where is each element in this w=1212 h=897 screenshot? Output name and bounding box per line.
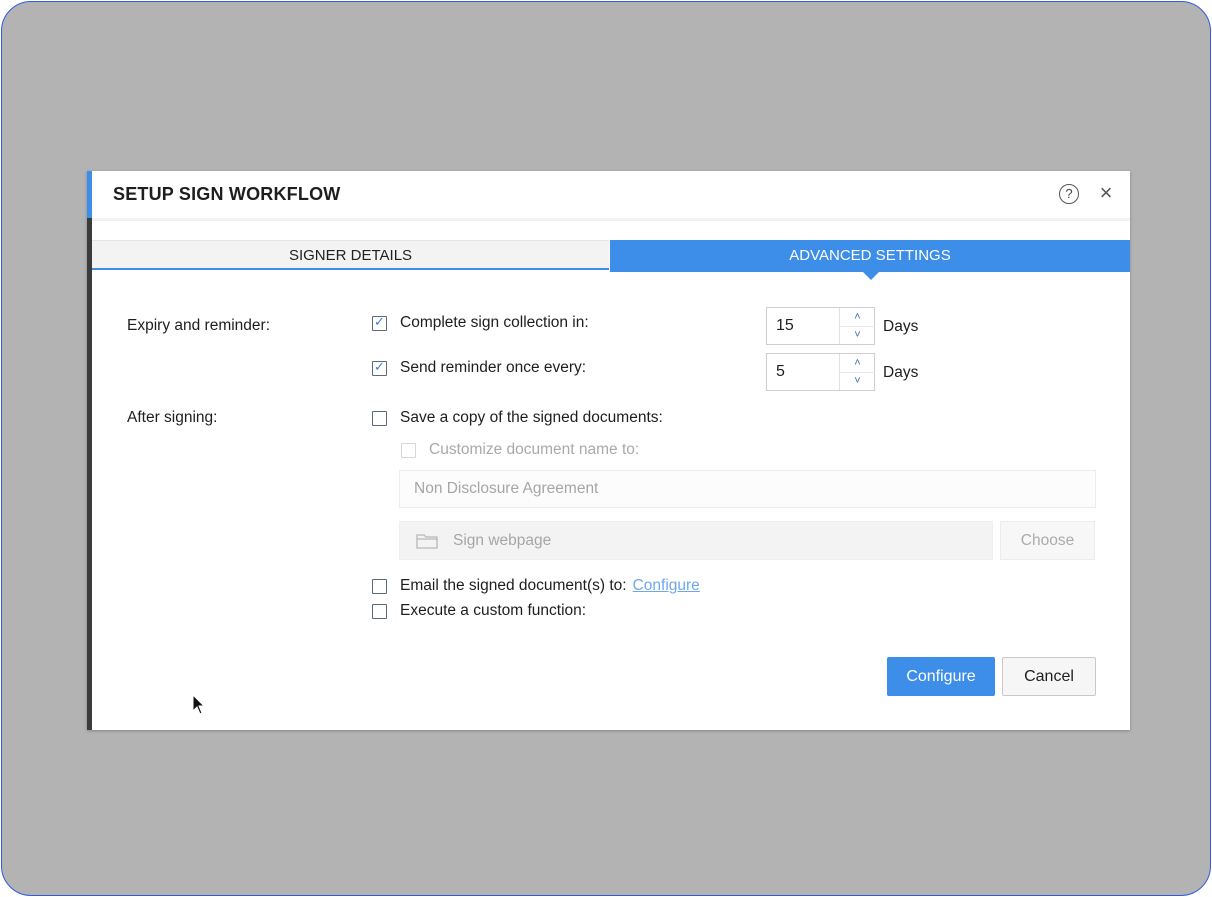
close-icon[interactable]: × (1095, 181, 1117, 205)
dialog-accent-bar (87, 171, 92, 218)
complete-days-unit: Days (883, 318, 919, 335)
save-copy-row: Save a copy of the signed documents: (372, 409, 663, 427)
custom-function-row: Execute a custom function: (372, 602, 586, 620)
tab-bar: SIGNER DETAILS ADVANCED SETTINGS (92, 240, 1130, 272)
email-checkbox[interactable] (372, 578, 387, 594)
active-tab-indicator (863, 272, 879, 280)
after-signing-label: After signing: (127, 409, 218, 426)
dialog-title: SETUP SIGN WORKFLOW (113, 184, 341, 204)
question-circle-icon[interactable]: ? (1059, 184, 1079, 204)
configure-email-link[interactable]: Configure (633, 577, 700, 595)
folder-name: Sign webpage (453, 532, 552, 549)
reminder-days-unit: Days (883, 364, 919, 381)
chevron-down-icon[interactable]: ˅ (840, 326, 875, 344)
tab-signer-details[interactable]: SIGNER DETAILS (92, 240, 609, 270)
save-copy-label: Save a copy of the signed documents: (400, 409, 663, 426)
stepper-buttons: ˄ ˅ (839, 354, 875, 390)
email-row: Email the signed document(s) to: Configu… (372, 577, 700, 595)
email-label: Email the signed document(s) to: (400, 577, 627, 594)
save-copy-checkbox[interactable] (372, 410, 387, 426)
complete-sign-checkbox[interactable] (372, 314, 387, 331)
cancel-button[interactable]: Cancel (1002, 657, 1096, 696)
reminder-label: Send reminder once every: (400, 359, 587, 376)
custom-function-checkbox[interactable] (372, 603, 387, 619)
mouse-cursor-icon (192, 694, 206, 715)
customize-name-label: Customize document name to: (429, 441, 640, 458)
configure-button[interactable]: Configure (887, 657, 995, 696)
choose-button[interactable]: Choose (1000, 521, 1095, 560)
chevron-down-icon[interactable]: ˅ (840, 372, 875, 390)
chevron-up-icon[interactable]: ˄ (840, 308, 875, 327)
customize-name-checkbox[interactable] (401, 442, 416, 458)
setup-sign-workflow-dialog: SETUP SIGN WORKFLOW ? × SIGNER DETAILS A… (87, 171, 1130, 730)
header-divider (92, 218, 1130, 221)
screen-frame: SETUP SIGN WORKFLOW ? × SIGNER DETAILS A… (1, 1, 1211, 896)
reminder-row: Send reminder once every: (372, 359, 586, 377)
complete-days-stepper[interactable]: ˄ ˅ (766, 307, 875, 345)
custom-function-label: Execute a custom function: (400, 602, 587, 619)
reminder-days-stepper[interactable]: ˄ ˅ (766, 353, 875, 391)
folder-field[interactable]: Sign webpage (399, 521, 993, 560)
chevron-up-icon[interactable]: ˄ (840, 354, 875, 373)
tab-advanced-settings[interactable]: ADVANCED SETTINGS (610, 240, 1130, 272)
folder-icon (416, 534, 438, 549)
stepper-buttons: ˄ ˅ (839, 308, 875, 344)
dialog-left-bar (87, 218, 92, 730)
reminder-days-input[interactable] (767, 354, 839, 390)
complete-days-input[interactable] (767, 308, 839, 344)
reminder-checkbox[interactable] (372, 359, 387, 376)
customize-name-row: Customize document name to: (401, 441, 639, 459)
expiry-reminder-label: Expiry and reminder: (127, 317, 271, 334)
complete-sign-row: Complete sign collection in: (372, 314, 589, 332)
complete-sign-label: Complete sign collection in: (400, 314, 589, 331)
document-name-field[interactable]: Non Disclosure Agreement (399, 470, 1096, 508)
